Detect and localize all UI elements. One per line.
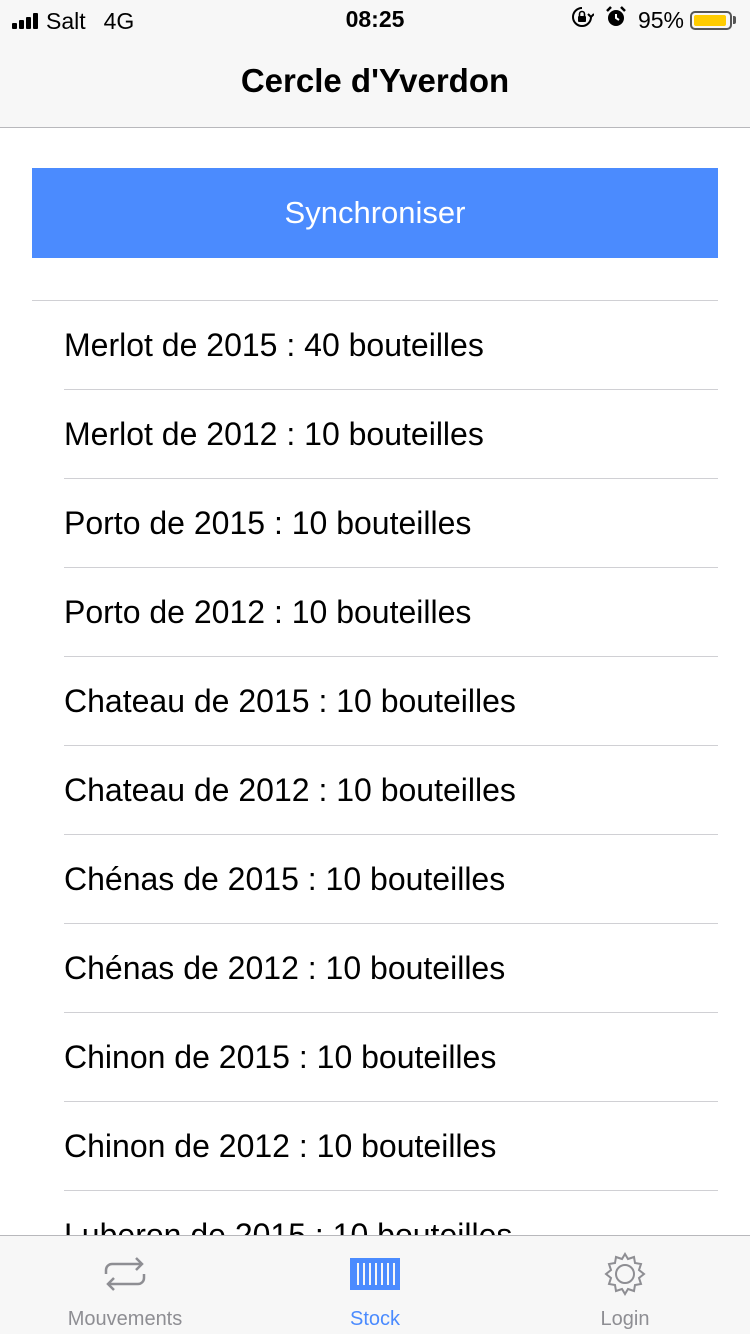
list-item[interactable]: Porto de 2015 : 10 bouteilles [64, 479, 718, 568]
navigation-bar: Salt 4G 08:25 95% Cercle d'Yverdon [0, 0, 750, 128]
list-item[interactable]: Chénas de 2012 : 10 bouteilles [64, 924, 718, 1013]
tab-label: Stock [349, 1308, 401, 1330]
page-title: Cercle d'Yverdon [240, 62, 510, 99]
battery-level [694, 14, 727, 26]
list-item[interactable]: Chinon de 2015 : 10 bouteilles [64, 1013, 718, 1102]
tab-label: Mouvements [67, 1308, 183, 1330]
tab-login[interactable]: Login [500, 1236, 750, 1334]
tab-bar: Mouvements Stock Login [0, 1235, 750, 1334]
list-item[interactable]: Merlot de 2012 : 10 bouteilles [64, 390, 718, 479]
orientation-lock-icon [570, 5, 595, 35]
synchronize-button[interactable]: Synchroniser [32, 168, 718, 258]
status-bar-right: 95% [570, 6, 736, 34]
list-item[interactable]: Merlot de 2015 : 40 bouteilles [64, 301, 718, 390]
list-item[interactable]: Chateau de 2012 : 10 bouteilles [64, 746, 718, 835]
list-item[interactable]: Porto de 2012 : 10 bouteilles [64, 568, 718, 657]
app-screen: Salt 4G 08:25 95% Cercle d'Yverdon Synch… [0, 0, 750, 1334]
stock-list[interactable]: Merlot de 2015 : 40 bouteilles Merlot de … [0, 300, 750, 1235]
barcode-icon [347, 1252, 403, 1296]
tab-mouvements[interactable]: Mouvements [0, 1236, 250, 1334]
battery-tip [733, 16, 736, 24]
list-item[interactable]: Chateau de 2015 : 10 bouteilles [64, 657, 718, 746]
alarm-icon [604, 5, 628, 35]
battery-percent: 95% [637, 6, 684, 33]
list-item[interactable]: Chinon de 2012 : 10 bouteilles [64, 1102, 718, 1191]
repeat-arrows-icon [97, 1252, 153, 1296]
tab-label: Login [600, 1308, 650, 1330]
tab-stock[interactable]: Stock [250, 1236, 500, 1334]
gear-icon [597, 1252, 653, 1296]
list-item[interactable]: Chénas de 2015 : 10 bouteilles [64, 835, 718, 924]
list-item[interactable]: Luberon de 2015 : 10 bouteilles [64, 1191, 718, 1236]
battery-icon [690, 10, 732, 30]
